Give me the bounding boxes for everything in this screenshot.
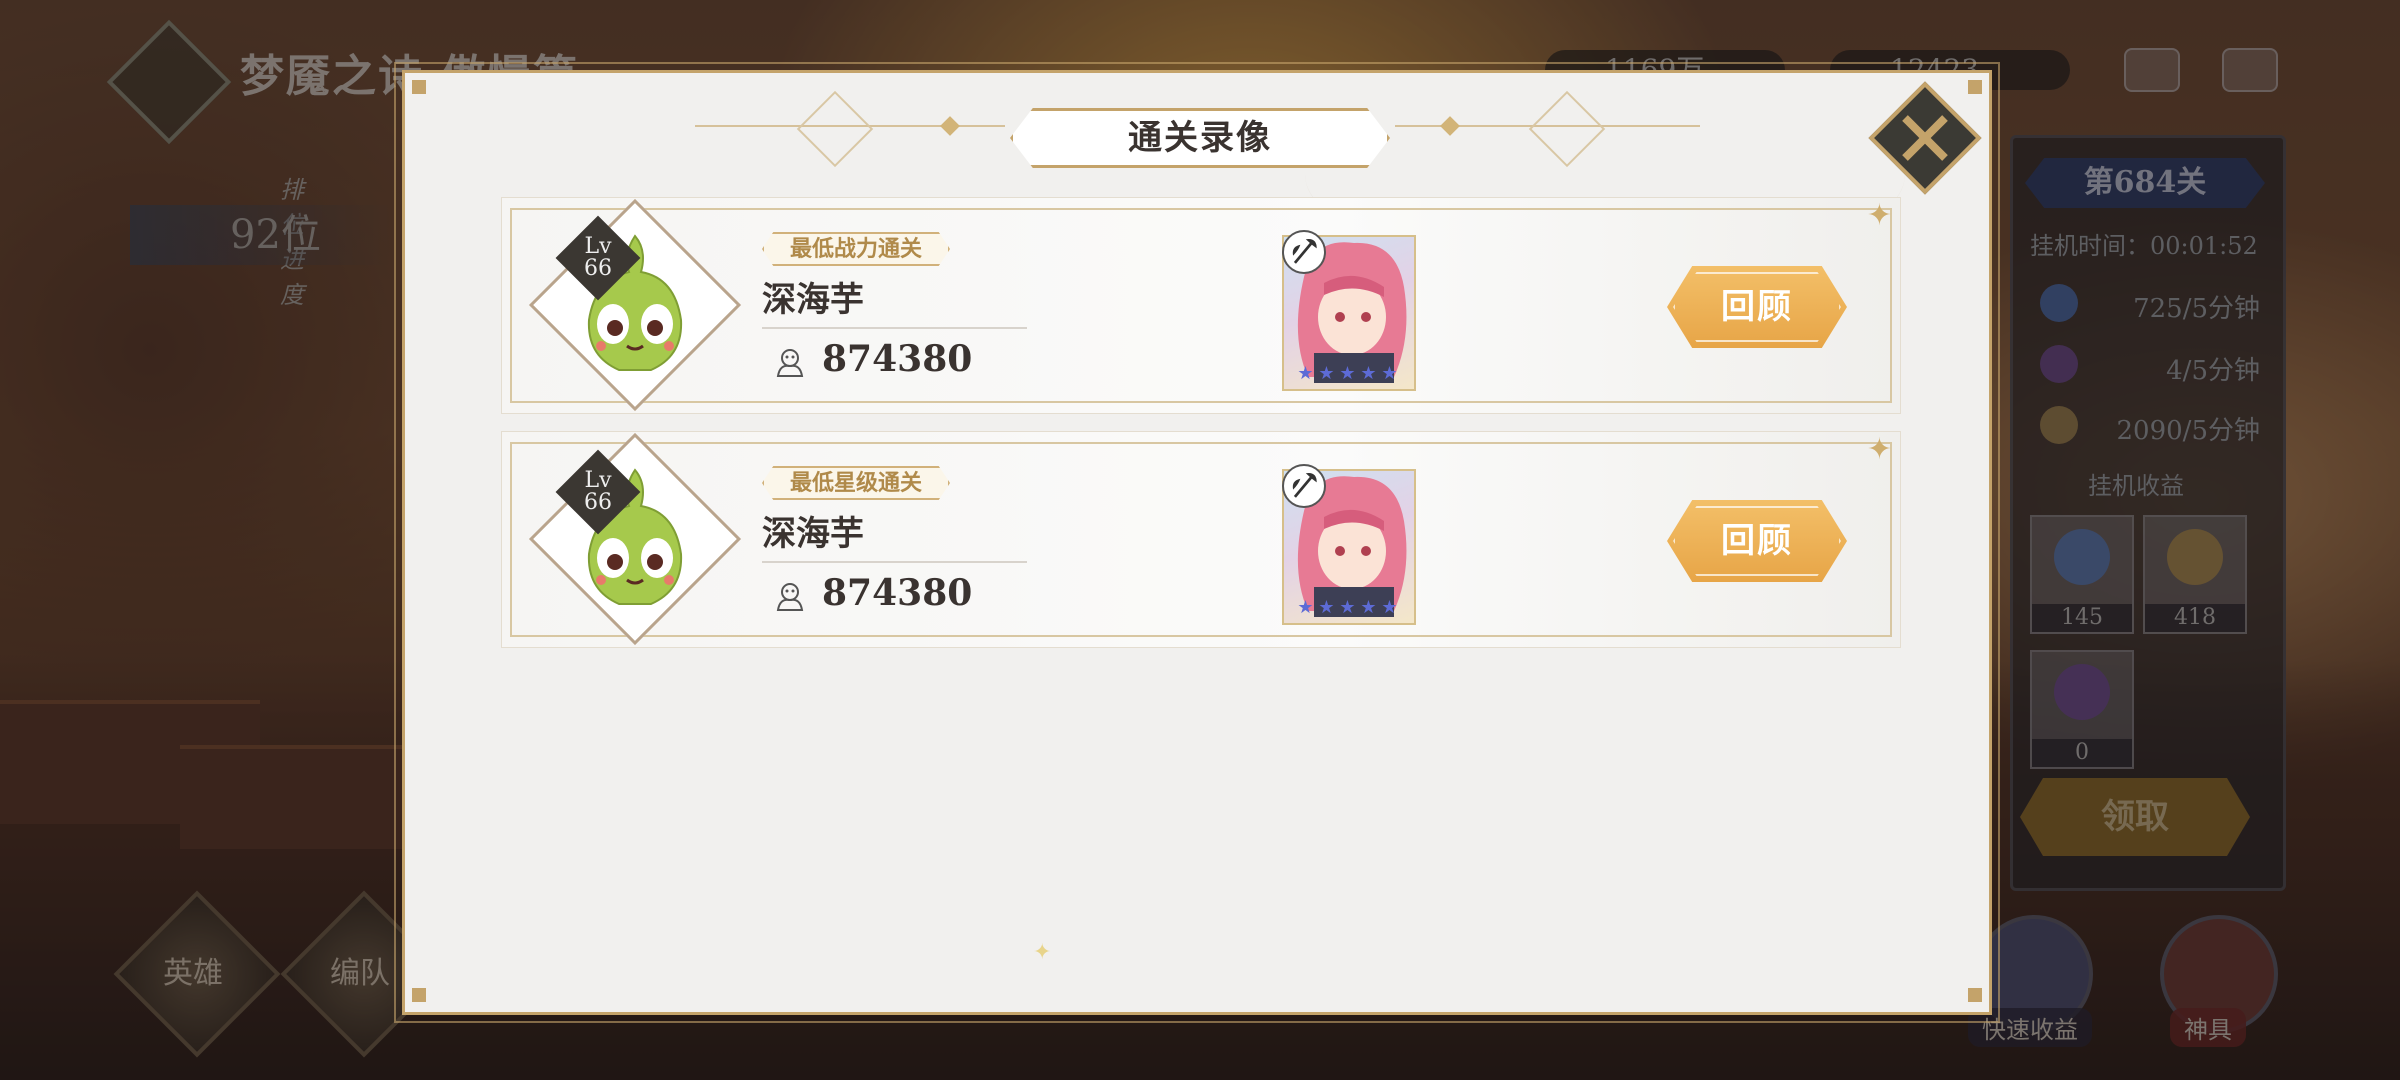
level-value: 66 (584, 490, 612, 515)
level-prefix: Lv (584, 234, 612, 259)
star-icon: ★ (1297, 363, 1314, 384)
star-icon: ★ (1297, 597, 1314, 618)
star-icon: ★ (1381, 363, 1398, 384)
modal-title-plate: 通关录像 (1010, 108, 1390, 168)
close-icon[interactable] (1885, 98, 1965, 178)
sparkle-icon: ✦ (1866, 432, 1892, 467)
review-button-label: 回顾 (1721, 287, 1793, 327)
star-icon: ★ (1339, 363, 1356, 384)
frame-corner (412, 988, 426, 1002)
star-icon: ★ (1318, 363, 1335, 384)
review-button[interactable]: 回顾 (1667, 266, 1847, 348)
star-icon: ★ (1360, 597, 1377, 618)
frame-corner (1968, 80, 1982, 94)
star-icon: ★ (1381, 597, 1398, 618)
review-button[interactable]: 回顾 (1667, 500, 1847, 582)
sparkle-icon: ✦ (1033, 940, 1052, 965)
level-value: 66 (584, 256, 612, 281)
star-icon: ★ (1318, 597, 1335, 618)
combat-power: 874380 (822, 572, 973, 614)
star-rating: ★ ★ ★ ★ ★ (1296, 365, 1402, 383)
frame-corner (1968, 988, 1982, 1002)
sparkle-icon: ✦ (1866, 198, 1892, 233)
record-tag: 最低星级通关 (762, 466, 951, 500)
divider (762, 561, 1027, 563)
level-prefix: Lv (584, 468, 612, 493)
axe-class-icon (1282, 464, 1326, 508)
power-icon (776, 349, 804, 377)
divider (762, 327, 1027, 329)
star-icon: ★ (1339, 597, 1356, 618)
modal-title: 通关录像 (1128, 118, 1272, 158)
player-name: 深海芋 (762, 514, 864, 554)
player-name: 深海芋 (762, 280, 864, 320)
star-rating: ★ ★ ★ ★ ★ (1296, 599, 1402, 617)
review-button-label: 回顾 (1721, 521, 1793, 561)
axe-class-icon (1282, 230, 1326, 274)
star-icon: ★ (1360, 363, 1377, 384)
power-icon (776, 583, 804, 611)
combat-power: 874380 (822, 338, 973, 380)
record-tag: 最低战力通关 (762, 232, 951, 266)
frame-corner (412, 80, 426, 94)
